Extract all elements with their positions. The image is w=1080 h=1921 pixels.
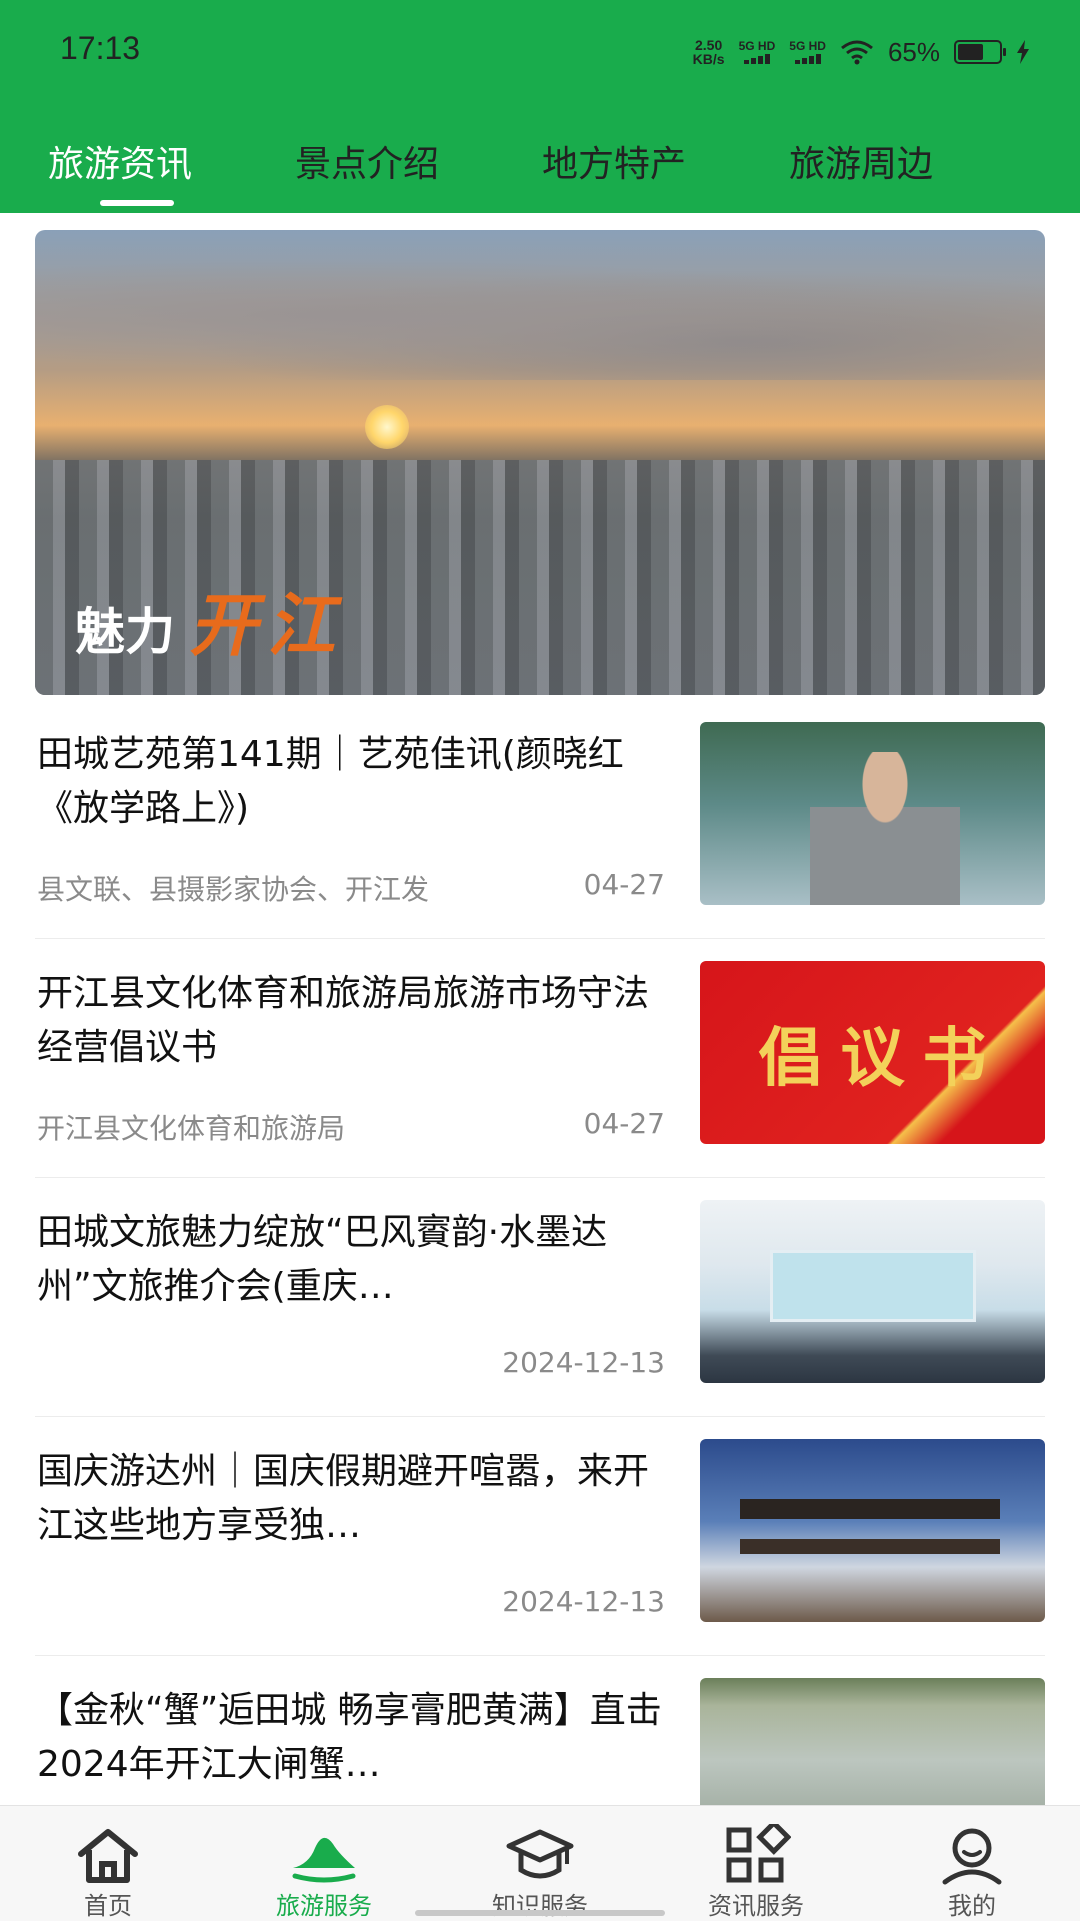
news-thumbnail <box>700 1200 1045 1383</box>
banner-title: 魅力 开江 <box>75 586 346 666</box>
news-thumbnail <box>700 722 1045 905</box>
grid-icon <box>726 1824 791 1883</box>
app-header: 17:13 2.50 KB/s 5G HD 5G HD 65% 旅游资讯 景点介… <box>0 0 1080 213</box>
nav-knowledge-services[interactable]: 知识服务 <box>432 1806 648 1921</box>
news-source: 县文联、县摄影家协会、开江发 <box>37 873 430 906</box>
home-icon <box>78 1829 138 1883</box>
battery-icon <box>954 40 1006 64</box>
graduation-cap-icon <box>506 1829 574 1879</box>
news-title: 开江县文化体育和旅游局旅游市场守法经营倡议书 <box>37 973 650 1068</box>
news-item[interactable]: 田城艺苑第141期｜艺苑佳讯(颜晓红《放学路上》) 县文联、县摄影家协会、开江发… <box>35 700 1045 939</box>
tab-local-specialties[interactable]: 地方特产 <box>542 140 686 190</box>
news-date: 2024-12-13 <box>502 1346 665 1379</box>
news-thumbnail <box>700 1439 1045 1622</box>
signal-icon: 5G HD <box>789 40 826 64</box>
nav-home[interactable]: 首页 <box>0 1806 216 1921</box>
tab-attractions[interactable]: 景点介绍 <box>295 140 439 190</box>
news-date: 2024-12-13 <box>502 1585 665 1618</box>
news-source: 开江县文化体育和旅游局 <box>37 1112 346 1145</box>
news-title: 【金秋“蟹”逅田城 畅享膏肥黄满】直击2024年开江大闸蟹… <box>37 1690 662 1785</box>
news-item[interactable]: 田城文旅魅力绽放“巴风賨韵·水墨达州”文旅推介会(重庆… 2024-12-13 <box>35 1178 1045 1417</box>
nav-news-services[interactable]: 资讯服务 <box>648 1806 864 1921</box>
news-item[interactable]: 国庆游达州｜国庆假期避开喧嚣，来开江这些地方享受独… 2024-12-13 <box>35 1417 1045 1656</box>
home-indicator <box>415 1910 665 1916</box>
news-title: 国庆游达州｜国庆假期避开喧嚣，来开江这些地方享受独… <box>37 1451 650 1546</box>
nav-label: 首页 <box>84 1892 132 1920</box>
featured-banner[interactable]: 魅力 开江 <box>35 230 1045 695</box>
news-title: 田城文旅魅力绽放“巴风賨韵·水墨达州”文旅推介会(重庆… <box>37 1212 608 1307</box>
active-tab-indicator <box>100 200 174 206</box>
tab-travel-nearby[interactable]: 旅游周边 <box>789 140 933 190</box>
mountain-icon <box>292 1837 356 1883</box>
tab-travel-news[interactable]: 旅游资讯 <box>48 140 192 190</box>
battery-percent: 65% <box>887 36 940 67</box>
news-date: 04-27 <box>583 1107 665 1140</box>
user-icon <box>942 1828 1002 1885</box>
nav-label: 资讯服务 <box>708 1892 804 1920</box>
news-title: 田城艺苑第141期｜艺苑佳讯(颜晓红《放学路上》) <box>37 734 624 829</box>
news-list: 田城艺苑第141期｜艺苑佳讯(颜晓红《放学路上》) 县文联、县摄影家协会、开江发… <box>35 700 1045 1895</box>
news-date: 04-27 <box>583 868 665 901</box>
wifi-icon <box>841 40 873 65</box>
status-icons: 2.50 KB/s 5G HD 5G HD 65% <box>693 30 1030 74</box>
bottom-navigation: 首页 旅游服务 知识服务 资讯服务 我的 <box>0 1805 1080 1921</box>
nav-travel-services[interactable]: 旅游服务 <box>216 1806 432 1921</box>
banner-clouds <box>35 250 1045 380</box>
news-thumbnail: 倡议书 <box>700 961 1045 1144</box>
signal-icon: 5G HD <box>739 40 775 64</box>
status-time: 17:13 <box>60 30 141 66</box>
nav-label: 我的 <box>948 1892 996 1920</box>
nav-me[interactable]: 我的 <box>864 1806 1080 1921</box>
charging-icon <box>1017 40 1029 64</box>
news-item[interactable]: 开江县文化体育和旅游局旅游市场守法经营倡议书 开江县文化体育和旅游局 04-27… <box>35 939 1045 1178</box>
banner-sun <box>365 405 409 449</box>
network-speed: 2.50 KB/s <box>692 37 725 67</box>
nav-label: 旅游服务 <box>276 1892 372 1920</box>
